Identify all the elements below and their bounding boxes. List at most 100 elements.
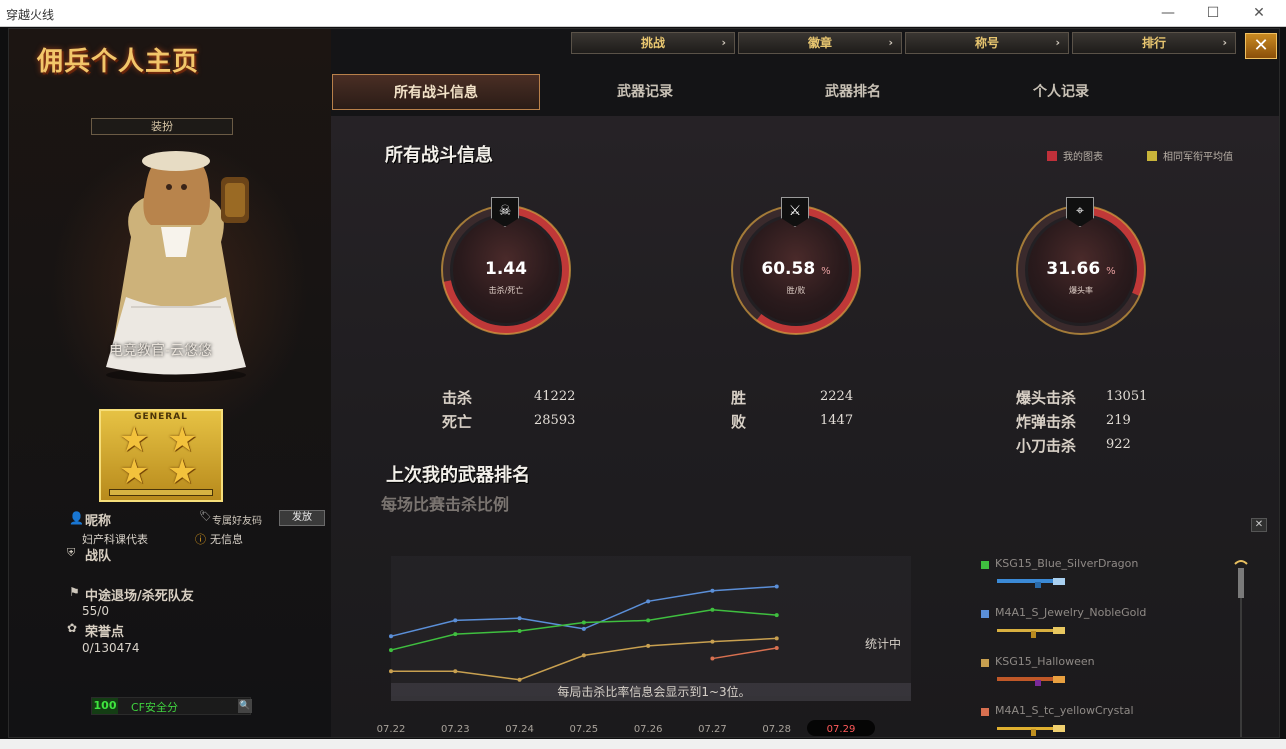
data-point (453, 632, 458, 637)
x-tick-label: 07.29 (827, 724, 856, 735)
weapon-list-scrollbar[interactable] (1233, 558, 1249, 738)
weapon-swatch (981, 610, 989, 618)
tab-personal-record[interactable]: 个人记录 (957, 74, 1165, 110)
data-point (774, 636, 779, 641)
weapon-legend-item[interactable]: M4A1_S_Jewelry_NobleGold (981, 605, 1241, 655)
weapon-swatch (981, 561, 989, 569)
data-point (774, 584, 779, 589)
tab-weapon-rank[interactable]: 武器排名 (749, 74, 957, 110)
kd-gauge: 1.44 击杀/死亡 ☠ (439, 197, 573, 337)
chevron-right-icon: › (1055, 36, 1060, 49)
winrate-number: 60.58 (761, 259, 816, 279)
close-small-icon[interactable]: ✕ (1251, 518, 1267, 532)
winrate-gauge: 60.58 % 胜/败 ⚔ (729, 197, 863, 337)
status-strip (0, 739, 1286, 749)
headshot-unit: % (1106, 266, 1116, 277)
headshot-number: 31.66 (1046, 259, 1101, 279)
weapon-swatch (981, 659, 989, 667)
send-code-button[interactable]: 发放 (279, 510, 325, 526)
kd-number: 1.44 (485, 259, 527, 279)
chevron-right-icon: › (1222, 36, 1227, 49)
honor-value: 0/130474 (82, 641, 140, 655)
kd-gauge-center: 1.44 击杀/死亡 (453, 217, 559, 323)
weapon-swatch (981, 708, 989, 716)
legend-average: 相同军衔平均值 (1147, 148, 1233, 163)
tab-weapon-record[interactable]: 武器记录 (541, 74, 749, 110)
legend-mine: 我的图表 (1047, 148, 1103, 163)
magnifier-icon[interactable]: 🔍 (238, 699, 252, 713)
rifle-icon (997, 725, 1065, 736)
battle-section-title: 所有战斗信息 (385, 145, 493, 166)
tab-bar: 所有战斗信息 武器记录 武器排名 个人记录 (331, 74, 1279, 112)
window-title: 穿越火线 (6, 8, 55, 22)
losses-value: 1447 (820, 413, 854, 428)
rifle-icon (997, 627, 1065, 638)
question-icon: ⓘ (195, 533, 206, 546)
wins-value: 2224 (820, 389, 854, 404)
weapon-rank-title: 上次我的武器排名 (386, 465, 530, 486)
ranking-button[interactable]: 排行 › (1072, 32, 1236, 54)
kill-ratio-chart: 07.22 07.23 07.24 07.25 07.26 07.27 07.28 07.29… (377, 556, 911, 736)
window-close-button[interactable]: ✕ (1244, 3, 1274, 23)
deaths-value: 28593 (534, 413, 576, 428)
headshot-label: 爆头率 (1069, 286, 1093, 295)
weapon-legend-list: KSG15_Blue_SilverDragon M4A1_S_Jewelry_N… (981, 556, 1251, 736)
data-point (389, 648, 393, 653)
tab-all-battle[interactable]: 所有战斗信息 (332, 74, 540, 110)
rank-badge: GENERAL ★ ★ ★ ★ (99, 409, 223, 502)
data-point (646, 643, 651, 648)
quit-label: 中途退场/杀死队友 (85, 589, 194, 604)
profile-sidebar: 佣兵个人主页 装扮 电竞教官-云悠悠 GENERAL ★ ★ ★ ★ 👤 昵称 … (9, 29, 331, 737)
legend-swatch (1047, 151, 1057, 161)
team-icon: ⛨ (67, 546, 76, 559)
data-point (710, 607, 715, 612)
honor-label: 荣誉点 (85, 625, 125, 640)
weapon-legend-item[interactable]: M4A1_S_tc_yellowCrystal (981, 703, 1241, 737)
ranking-label: 排行 (1141, 36, 1166, 50)
title-button[interactable]: 称号 › (905, 32, 1069, 54)
weapon-name: KSG15_Blue_SilverDragon (995, 557, 1139, 570)
knife-kills-value: 922 (1106, 437, 1131, 452)
close-button[interactable]: ✕ (1245, 33, 1277, 59)
data-point (581, 626, 586, 631)
equip-button[interactable]: 装扮 (91, 118, 233, 135)
data-point (389, 634, 393, 639)
data-point (453, 618, 458, 623)
knife-kills-label: 小刀击杀 (1016, 437, 1077, 455)
person-icon: 👤 (69, 511, 84, 525)
title-label: 称号 (974, 36, 999, 50)
badge-button[interactable]: 徽章 › (738, 32, 902, 54)
chart-status: 统计中 (865, 636, 901, 651)
data-point (389, 669, 393, 674)
data-point (774, 613, 779, 618)
shotgun-icon (997, 676, 1065, 686)
star-icon: ★ (119, 452, 150, 492)
weapon-name: KSG15_Halloween (995, 655, 1095, 668)
chart-plot-bg (391, 556, 911, 696)
x-tick-label: 07.25 (570, 724, 599, 735)
data-point (710, 656, 715, 661)
data-point (517, 677, 522, 682)
challenge-button[interactable]: 挑战 › (571, 32, 735, 54)
minimize-button[interactable]: — (1153, 3, 1183, 23)
data-point (581, 653, 586, 658)
challenge-label: 挑战 (640, 36, 665, 50)
team-label: 战队 (85, 549, 112, 564)
data-point (453, 669, 458, 674)
x-tick-label: 07.26 (634, 724, 663, 735)
maximize-button[interactable]: ☐ (1198, 3, 1228, 23)
data-point (517, 616, 522, 621)
weapon-legend-item[interactable]: KSG15_Blue_SilverDragon (981, 556, 1241, 606)
losses-label: 败 (731, 413, 747, 431)
tag-icon: 🏷 (199, 511, 212, 522)
x-tick-label: 07.22 (377, 724, 406, 735)
safety-label: CF安全分 (131, 701, 179, 714)
legend-swatch (1147, 151, 1157, 161)
x-tick-label: 07.23 (441, 724, 470, 735)
friendcode-label: 专属好友码 (212, 516, 262, 527)
star-icon: ★ (167, 452, 198, 492)
weapon-legend-item[interactable]: KSG15_Halloween (981, 654, 1241, 704)
kd-label: 击杀/死亡 (488, 286, 524, 295)
data-point (646, 618, 651, 623)
headshot-gauge-center: 31.66 % 爆头率 (1028, 217, 1134, 323)
